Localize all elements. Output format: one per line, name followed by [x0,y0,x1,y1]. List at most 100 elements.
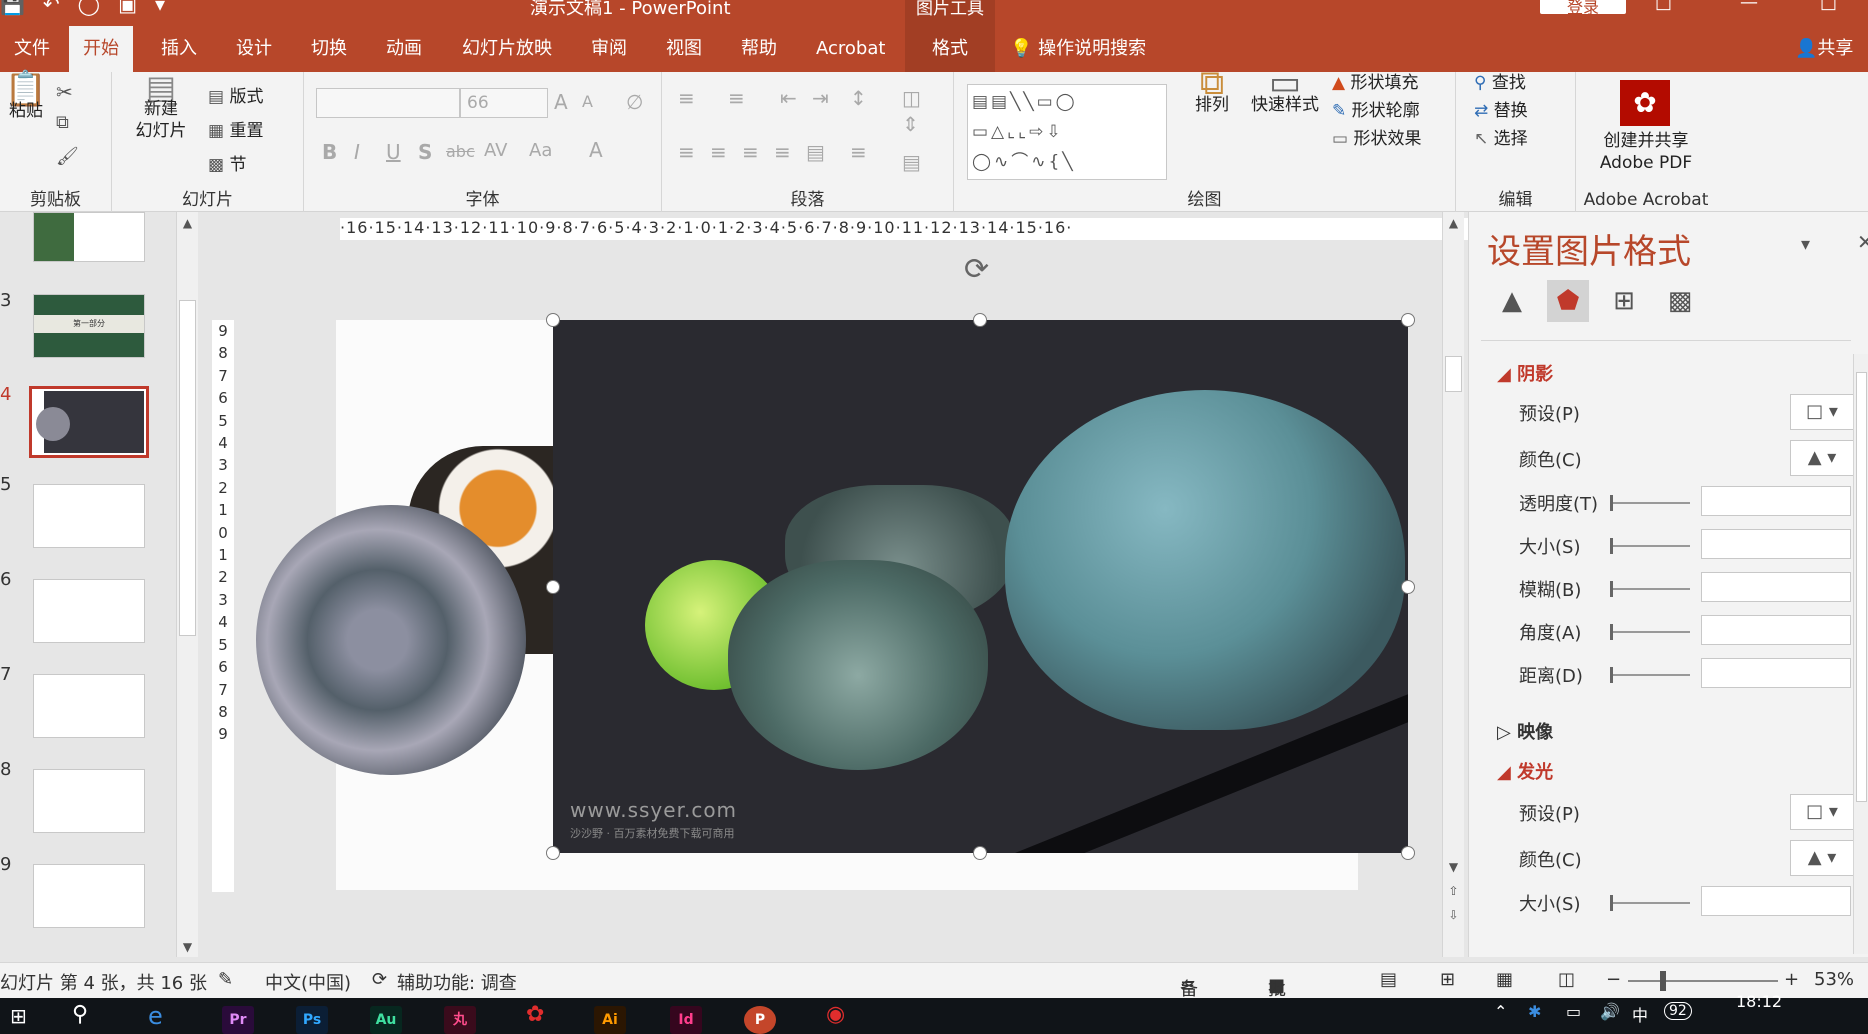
cut-icon[interactable]: ✂ [56,80,73,104]
shadow-angle-input[interactable] [1701,615,1851,645]
replace-button[interactable]: ⇄ 替换 [1474,96,1528,121]
thumbnail-slide-7[interactable] [33,674,145,738]
thumbnail-slide-6[interactable] [33,579,145,643]
tab-view[interactable]: 视图 [652,26,716,72]
save-icon[interactable]: 💾 [0,0,25,16]
find-button[interactable]: ⚲ 查找 [1474,68,1526,93]
size-properties-icon[interactable]: ⊞ [1603,280,1645,322]
ribbon-display-icon[interactable]: □ [1655,0,1672,13]
shadow-text-icon[interactable]: S [418,140,432,164]
thumbnail-slide-8[interactable] [33,769,145,833]
distribute-icon[interactable]: ▤ [806,140,825,164]
underline-button[interactable]: U [386,140,401,164]
thumbnail-slide-9[interactable] [33,864,145,928]
shadow-size-input[interactable] [1701,529,1851,559]
shadow-color-dropdown[interactable]: ▲ ▾ [1790,440,1854,476]
line-spacing-icon[interactable]: ↕ [850,86,867,110]
glow-size-input[interactable] [1701,886,1851,916]
language-indicator[interactable]: 中文(中国) [265,969,351,995]
customize-icon[interactable]: ▾ [155,0,165,16]
numbering-icon[interactable]: ≡ [728,86,745,110]
maximize-icon[interactable]: □ [1820,0,1837,13]
fill-line-icon[interactable]: ▲ [1491,280,1533,322]
accessibility-status[interactable]: 辅助功能: 调查 [397,969,517,995]
font-size-combo[interactable]: 66 [460,88,548,118]
quick-styles-button[interactable]: ▭ 快速样式 [1240,66,1330,116]
shadow-angle-slider[interactable] [1610,624,1690,640]
grow-font-button[interactable]: A [554,90,568,114]
netease-music-icon[interactable]: ◉ [826,1002,845,1027]
rotate-handle-icon[interactable]: ⟳ [964,252,989,287]
tab-design[interactable]: 设计 [222,26,286,72]
acrobat-icon[interactable]: ✿ [526,1002,544,1027]
change-case-button[interactable]: Aa [529,140,552,161]
shadow-blur-input[interactable] [1701,572,1851,602]
align-left-icon[interactable]: ≡ [678,140,695,164]
tab-help[interactable]: 帮助 [727,26,791,72]
thumbnail-slide-5[interactable] [33,484,145,548]
reading-view-icon[interactable]: ▦ [1496,969,1513,990]
glow-section-header[interactable]: ◢ 发光 [1497,758,1553,784]
tab-animations[interactable]: 动画 [372,26,436,72]
previous-slide-icon[interactable]: ⇧ [1443,884,1464,898]
text-direction-icon[interactable]: ≡ [850,140,867,164]
minimize-icon[interactable]: — [1740,0,1758,13]
align-center-icon[interactable]: ≡ [710,140,727,164]
select-button[interactable]: ↖ 选择 [1474,124,1528,149]
font-name-combo[interactable] [316,88,460,118]
resize-handle-bottom[interactable] [973,846,987,860]
reflection-section-header[interactable]: ▷ 映像 [1497,718,1553,744]
tab-review[interactable]: 审阅 [577,26,641,72]
scroll-thumb[interactable] [179,300,196,636]
format-painter-icon[interactable]: 🖌 [56,146,79,167]
indesign-icon[interactable]: Id [670,1006,702,1034]
thumbnail-slide-2[interactable] [33,212,145,262]
glow-size-slider[interactable] [1610,895,1690,911]
picture-icon[interactable]: ▩ [1659,280,1701,322]
tab-slideshow[interactable]: 幻灯片放映 [448,26,566,72]
ime-indicator[interactable]: 中 [1632,1002,1648,1026]
columns-icon[interactable]: ◫ [902,86,921,110]
create-pdf-button[interactable]: 创建并共享 Adobe PDF [1576,130,1716,174]
bold-button[interactable]: B [322,140,337,164]
close-pane-icon[interactable]: ✕ [1857,230,1868,254]
shape-gallery[interactable]: ▤▤╲╲▭◯ ▭△⌞⌞⇨⇩ ◯∿⌒∿{╲ [967,84,1167,180]
zoom-in-icon[interactable]: + [1784,969,1799,990]
audition-icon[interactable]: Au [370,1006,402,1034]
volume-icon[interactable]: 🔊 [1600,1002,1620,1021]
spell-check-icon[interactable]: ✎ [218,969,233,990]
align-text-icon[interactable]: ⇕ [902,112,919,136]
clear-format-icon[interactable]: ∅ [626,90,643,114]
shadow-preset-dropdown[interactable]: □ ▾ [1790,394,1854,430]
smartart-icon[interactable]: ▤ [902,150,921,174]
resize-handle-right[interactable] [1401,580,1415,594]
canvas-scrollbar[interactable]: ▲ ▼ ⇧ ⇩ [1442,212,1464,957]
wan-app-icon[interactable]: 丸 [444,1006,476,1034]
justify-icon[interactable]: ≡ [774,140,791,164]
next-slide-icon[interactable]: ⇩ [1443,908,1464,922]
effects-pentagon-icon[interactable]: ⬟ [1547,280,1589,322]
slide-sorter-icon[interactable]: ⊞ [1440,969,1455,990]
shape-outline-button[interactable]: ✎ 形状轮廓 [1332,96,1420,121]
shadow-distance-slider[interactable] [1610,667,1690,683]
tab-format[interactable]: 格式 [905,26,995,72]
premiere-icon[interactable]: Pr [222,1006,254,1034]
slideshow-view-icon[interactable]: ◫ [1558,969,1575,990]
scroll-up-icon[interactable]: ▲ [177,216,198,230]
scroll-thumb[interactable] [1856,372,1867,802]
slideshow-icon[interactable]: ▣ [118,0,137,16]
bullets-icon[interactable]: ≡ [678,86,695,110]
share-button[interactable]: 👤共享 [1795,26,1853,72]
shadow-transparency-slider[interactable] [1610,495,1690,511]
battery-icon[interactable]: ▭ [1566,1002,1581,1021]
shadow-distance-input[interactable] [1701,658,1851,688]
glow-preset-dropdown[interactable]: □ ▾ [1790,794,1854,830]
photoshop-icon[interactable]: Ps [296,1006,328,1034]
tab-home[interactable]: 开始 [69,26,133,72]
char-spacing-button[interactable]: AV [484,140,507,161]
zoom-level[interactable]: 53% [1814,969,1854,990]
tab-transitions[interactable]: 切换 [297,26,361,72]
new-slide-button[interactable]: ▤ 新建 幻灯片 [126,71,196,142]
normal-view-icon[interactable]: ▤ [1380,969,1397,990]
strikethrough-button[interactable]: abc [446,142,475,161]
